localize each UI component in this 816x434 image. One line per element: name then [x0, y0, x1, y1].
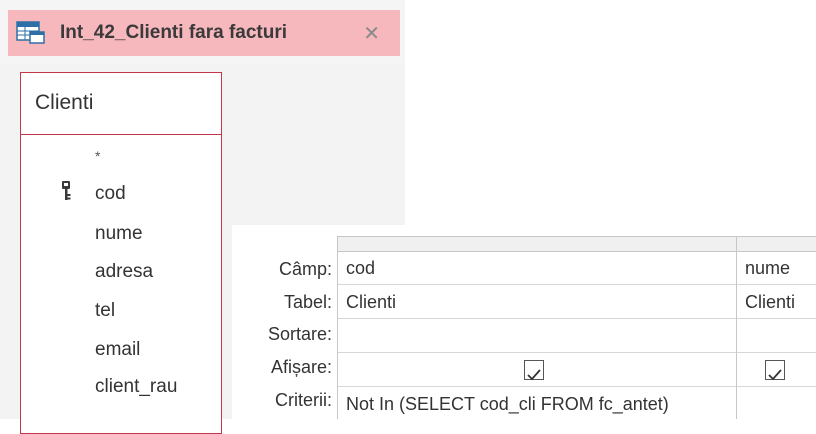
query-tab[interactable]: Int_42_Clienti fara facturi ✕ — [8, 10, 400, 56]
column-selector[interactable] — [338, 236, 736, 252]
close-icon[interactable]: ✕ — [363, 21, 380, 46]
row-label-show: Afișare: — [270, 357, 332, 377]
row-label-sort: Sortare: — [267, 324, 332, 344]
field-email[interactable]: email — [95, 339, 140, 361]
table-field-list-clienti[interactable]: Clienti * cod nume adresa tel email clie… — [20, 72, 222, 434]
show-checkbox[interactable] — [765, 360, 785, 381]
criteria-cell[interactable]: Not In (SELECT cod_cli FROM fc_antet) — [338, 387, 736, 421]
table-cell[interactable]: Clienti — [338, 285, 736, 319]
grid-row-labels: Câmp: Tabel: Sortare: Afișare: Criterii: — [232, 225, 332, 419]
field-nume[interactable]: nume — [95, 223, 143, 245]
criteria-cell[interactable] — [737, 387, 816, 421]
field-tel[interactable]: tel — [95, 300, 115, 322]
query-design-grid: Câmp: Tabel: Sortare: Afișare: Criterii:… — [232, 225, 816, 419]
field-cell[interactable]: nume — [737, 251, 816, 285]
field-all[interactable]: * — [95, 148, 100, 164]
divider — [21, 134, 221, 135]
primary-key-icon — [59, 180, 73, 202]
field-cell[interactable]: cod — [338, 251, 736, 285]
table-name: Clienti — [35, 91, 94, 114]
field-client-rau[interactable]: client_rau — [95, 376, 177, 398]
document-tab-bar: Int_42_Clienti fara facturi ✕ — [0, 0, 405, 64]
show-cell — [737, 353, 816, 387]
show-checkbox[interactable] — [524, 360, 544, 381]
sort-cell[interactable] — [737, 319, 816, 353]
column-selector[interactable] — [737, 236, 816, 252]
field-adresa[interactable]: adresa — [95, 261, 153, 283]
query-tab-title: Int_42_Clienti fara facturi — [60, 22, 288, 43]
grid-column-cod: cod Clienti Not In (SELECT cod_cli FROM … — [337, 236, 737, 419]
row-label-field: Câmp: — [278, 259, 332, 279]
table-cell[interactable]: Clienti — [737, 285, 816, 319]
show-cell — [338, 353, 736, 387]
row-label-table: Tabel: — [283, 292, 332, 312]
sort-cell[interactable] — [338, 319, 736, 353]
query-icon — [16, 21, 46, 45]
row-label-criteria: Criterii: — [275, 390, 332, 410]
field-cod[interactable]: cod — [95, 183, 126, 205]
grid-column-nume: nume Clienti — [736, 236, 816, 419]
